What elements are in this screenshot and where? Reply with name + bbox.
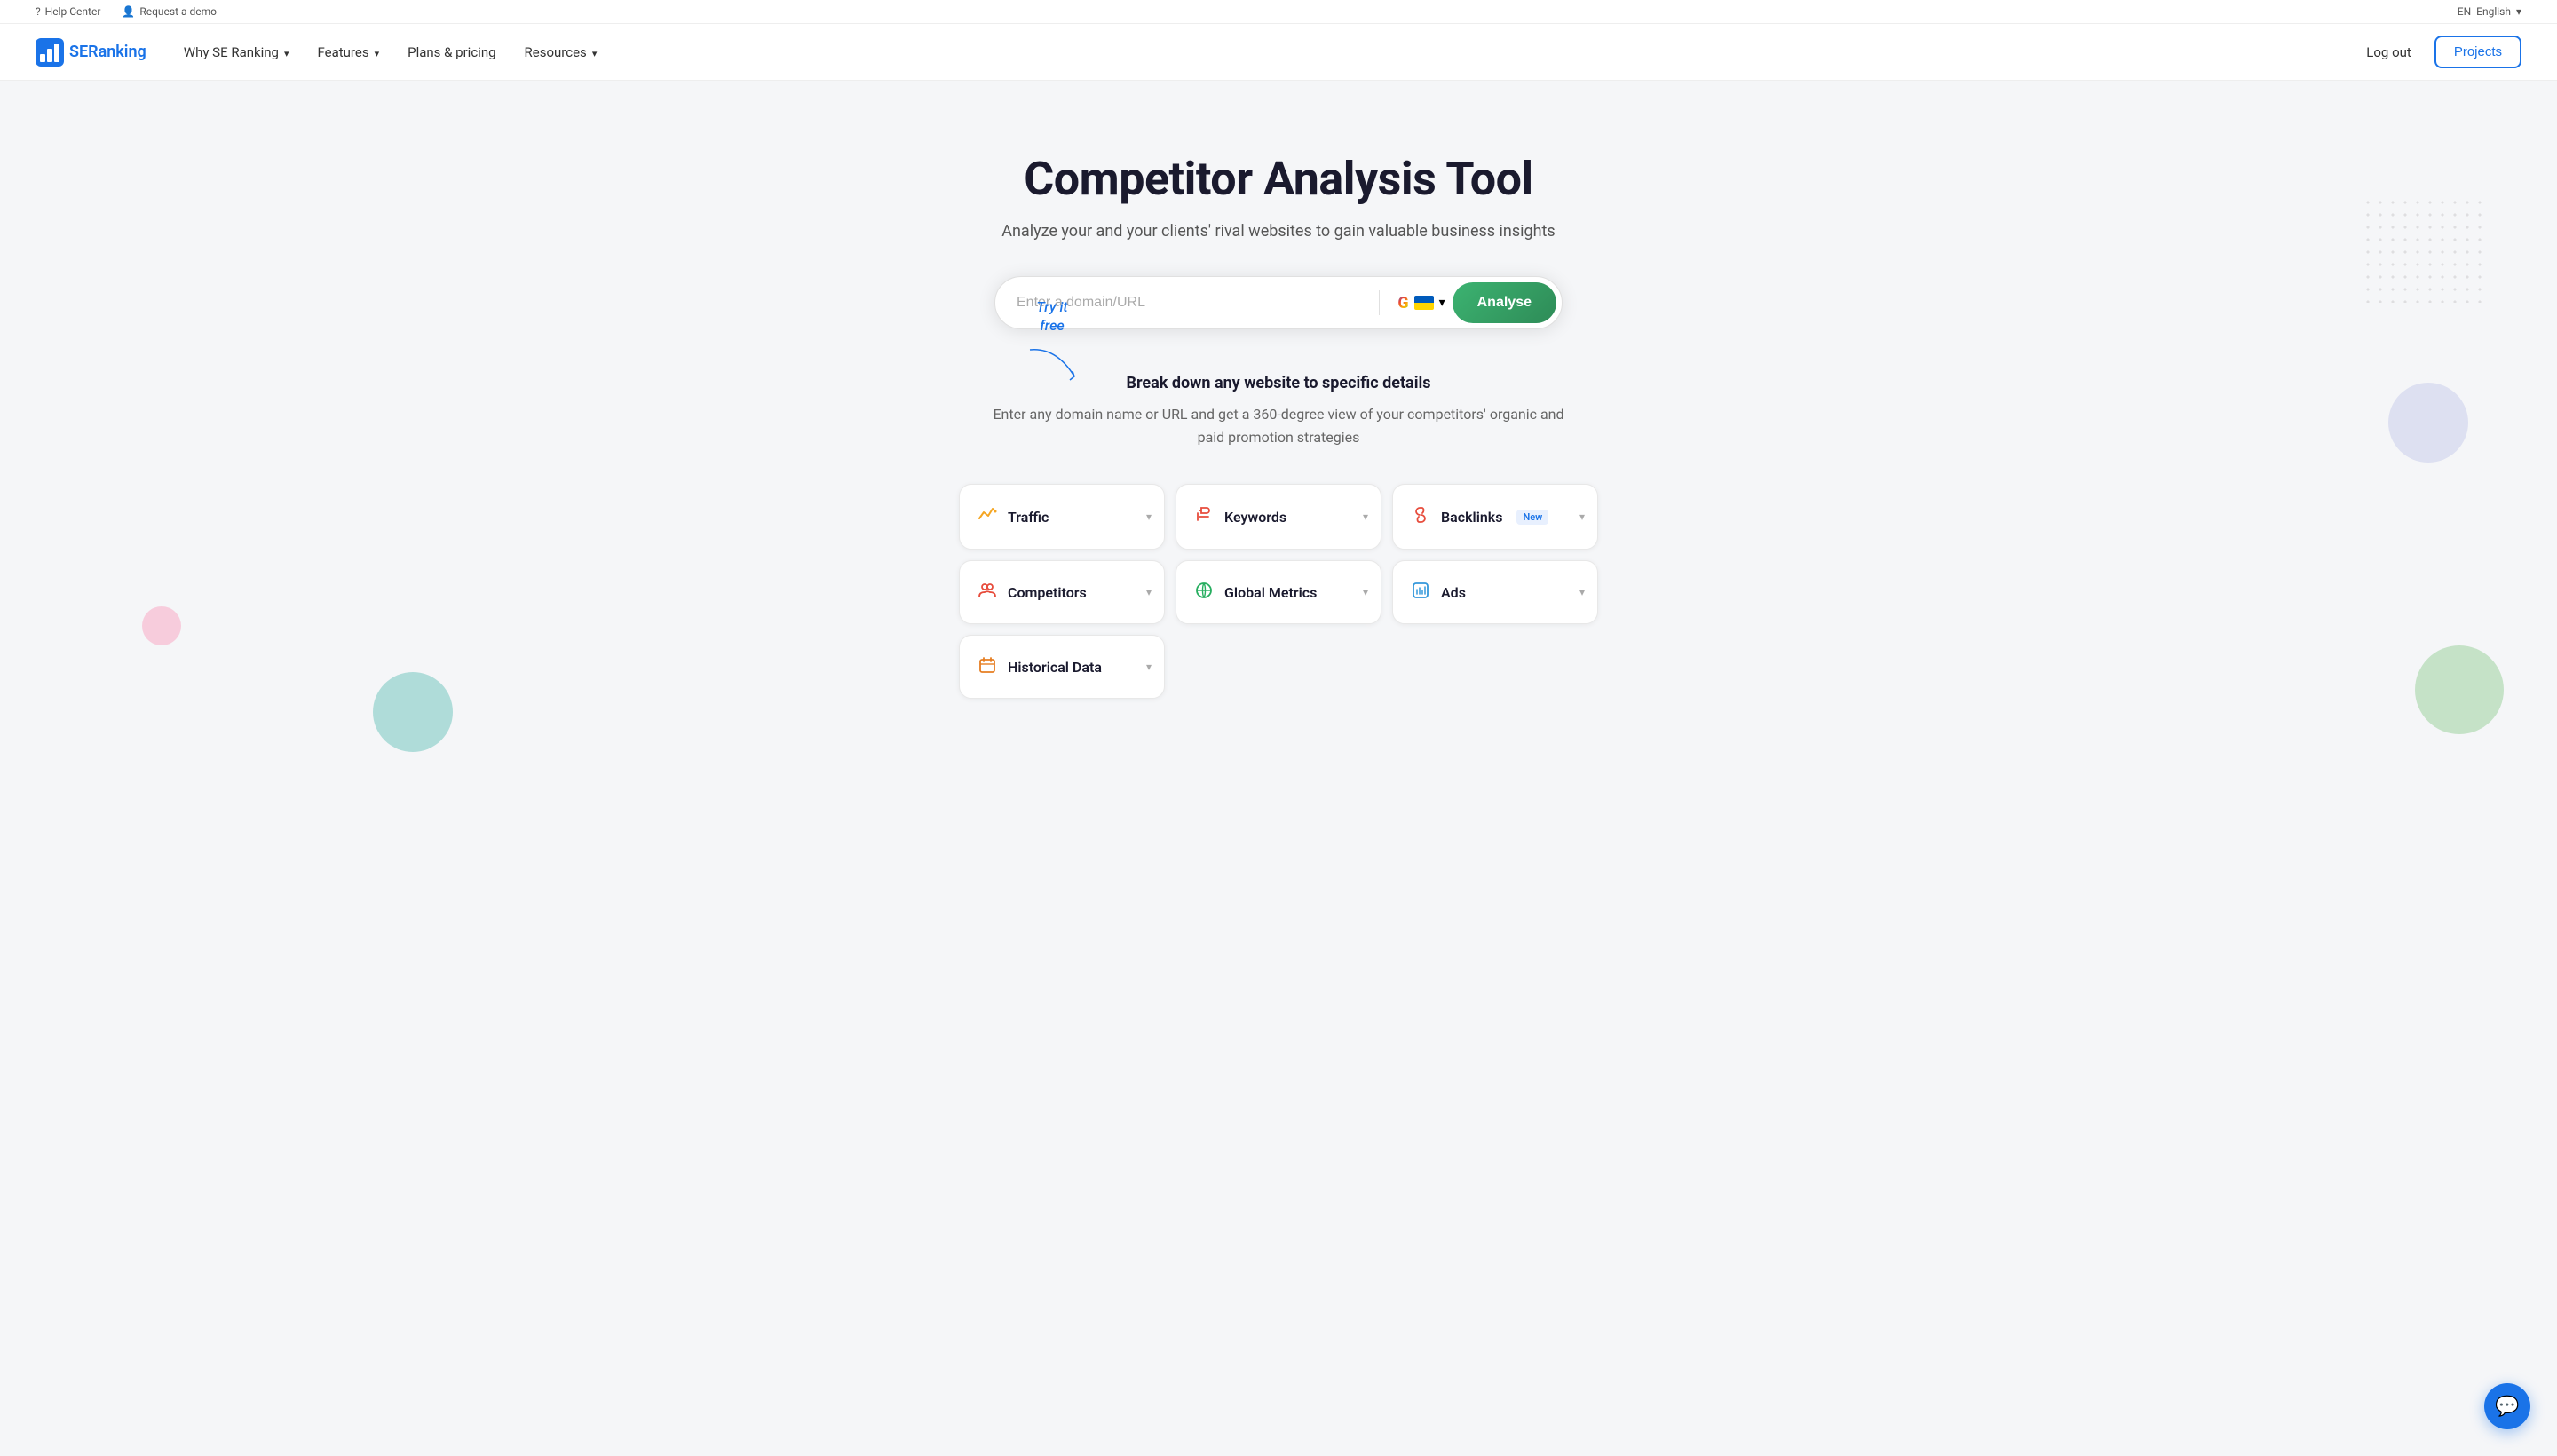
hero-subtitle: Analyze your and your clients' rival web…: [18, 222, 2539, 241]
card-competitors[interactable]: Competitors ▾: [959, 560, 1165, 624]
nav-plans-pricing[interactable]: Plans & pricing: [395, 37, 508, 67]
keywords-icon: [1194, 504, 1214, 529]
request-demo-link[interactable]: 👤 Request a demo: [122, 5, 217, 18]
top-bar-left: ? Help Center 👤 Request a demo: [36, 5, 217, 18]
nav-why-se-ranking[interactable]: Why SE Ranking: [171, 37, 302, 67]
card-global-metrics[interactable]: Global Metrics ▾: [1176, 560, 1381, 624]
person-icon: 👤: [122, 5, 135, 18]
ads-icon: [1411, 581, 1430, 604]
traffic-label: Traffic: [1008, 509, 1049, 526]
global-metrics-label: Global Metrics: [1224, 584, 1317, 601]
language-selector[interactable]: EN English ▾: [2458, 5, 2521, 18]
nav-right: Log out Projects: [2354, 36, 2521, 68]
competitors-icon: [978, 581, 997, 604]
hero-title: Competitor Analysis Tool: [18, 152, 2539, 206]
new-badge: New: [1516, 510, 1548, 525]
historical-data-icon: [978, 655, 997, 678]
try-free-arrow: [1021, 343, 1083, 387]
help-center-label: Help Center: [45, 5, 101, 18]
traffic-chevron-icon: ▾: [1146, 510, 1152, 523]
help-icon: ?: [36, 5, 41, 18]
logo-se: SE: [69, 43, 88, 61]
historical-data-chevron-icon: ▾: [1146, 661, 1152, 673]
decorative-blue-circle: [2388, 383, 2468, 463]
analyse-button[interactable]: Analyse: [1453, 282, 1556, 323]
help-center-link[interactable]: ? Help Center: [36, 5, 100, 18]
projects-button[interactable]: Projects: [2434, 36, 2521, 68]
logout-button[interactable]: Log out: [2354, 37, 2424, 67]
competitors-label: Competitors: [1008, 584, 1087, 601]
search-divider: [1379, 290, 1380, 315]
decorative-green-circle: [2415, 645, 2504, 734]
decorative-pink-circle: [142, 606, 181, 645]
breakdown-description: Enter any domain name or URL and get a 3…: [986, 403, 1571, 448]
nav-features-label: Features: [318, 44, 369, 60]
country-chevron-icon: ▾: [1439, 296, 1445, 310]
logo-icon: [36, 38, 64, 67]
card-keywords[interactable]: Keywords ▾: [1176, 484, 1381, 550]
historical-data-label: Historical Data: [1008, 659, 1102, 676]
why-chevron-icon: [282, 44, 289, 60]
card-ads[interactable]: Ads ▾: [1392, 560, 1598, 624]
resources-chevron-icon: [590, 44, 598, 60]
try-free-annotation: Try it free: [1021, 298, 1083, 391]
ads-chevron-icon: ▾: [1579, 586, 1585, 598]
lang-name: English: [2476, 5, 2511, 18]
card-historical-data[interactable]: Historical Data ▾: [959, 635, 1165, 699]
chevron-down-icon: ▾: [2516, 5, 2521, 18]
chat-button[interactable]: 💬: [2484, 1383, 2530, 1429]
ukraine-flag-icon: [1414, 296, 1434, 310]
google-country-selector[interactable]: G ▾: [1390, 290, 1452, 316]
backlinks-label: Backlinks: [1441, 509, 1502, 526]
feature-cards-grid: Traffic ▾ Keywords ▾: [941, 484, 1616, 699]
google-icon: G: [1397, 294, 1408, 313]
nav-resources-label: Resources: [525, 44, 587, 60]
nav-why-label: Why SE Ranking: [184, 44, 279, 60]
keywords-label: Keywords: [1224, 509, 1286, 526]
main-nav: SERanking Why SE Ranking Features Plans …: [0, 24, 2557, 81]
top-bar: ? Help Center 👤 Request a demo EN Englis…: [0, 0, 2557, 24]
competitors-chevron-icon: ▾: [1146, 586, 1152, 598]
backlinks-icon: [1411, 505, 1430, 528]
request-demo-label: Request a demo: [139, 5, 217, 18]
nav-features[interactable]: Features: [305, 37, 392, 67]
backlinks-chevron-icon: ▾: [1579, 510, 1585, 523]
traffic-icon: [978, 504, 997, 529]
features-chevron-icon: [373, 44, 380, 60]
keywords-chevron-icon: ▾: [1363, 510, 1368, 523]
decorative-teal-circle: [373, 672, 453, 752]
ads-label: Ads: [1441, 584, 1466, 601]
nav-plans-label: Plans & pricing: [408, 44, 495, 60]
card-traffic[interactable]: Traffic ▾: [959, 484, 1165, 550]
try-free-text: Try it free: [1021, 298, 1083, 336]
lang-code: EN: [2458, 5, 2471, 18]
global-metrics-chevron-icon: ▾: [1363, 586, 1368, 598]
decorative-dots: [2362, 196, 2486, 303]
logo[interactable]: SERanking: [36, 38, 146, 67]
logo-ranking: Ranking: [88, 43, 146, 61]
global-metrics-icon: [1194, 581, 1214, 604]
hero-section: Try it free Competitor Analysis Tool Ana…: [0, 81, 2557, 752]
card-backlinks[interactable]: Backlinks New ▾: [1392, 484, 1598, 550]
chat-icon: 💬: [2495, 1396, 2519, 1418]
nav-items: Why SE Ranking Features Plans & pricing …: [171, 37, 2347, 67]
logo-text: SERanking: [69, 43, 146, 61]
nav-resources[interactable]: Resources: [512, 37, 610, 67]
